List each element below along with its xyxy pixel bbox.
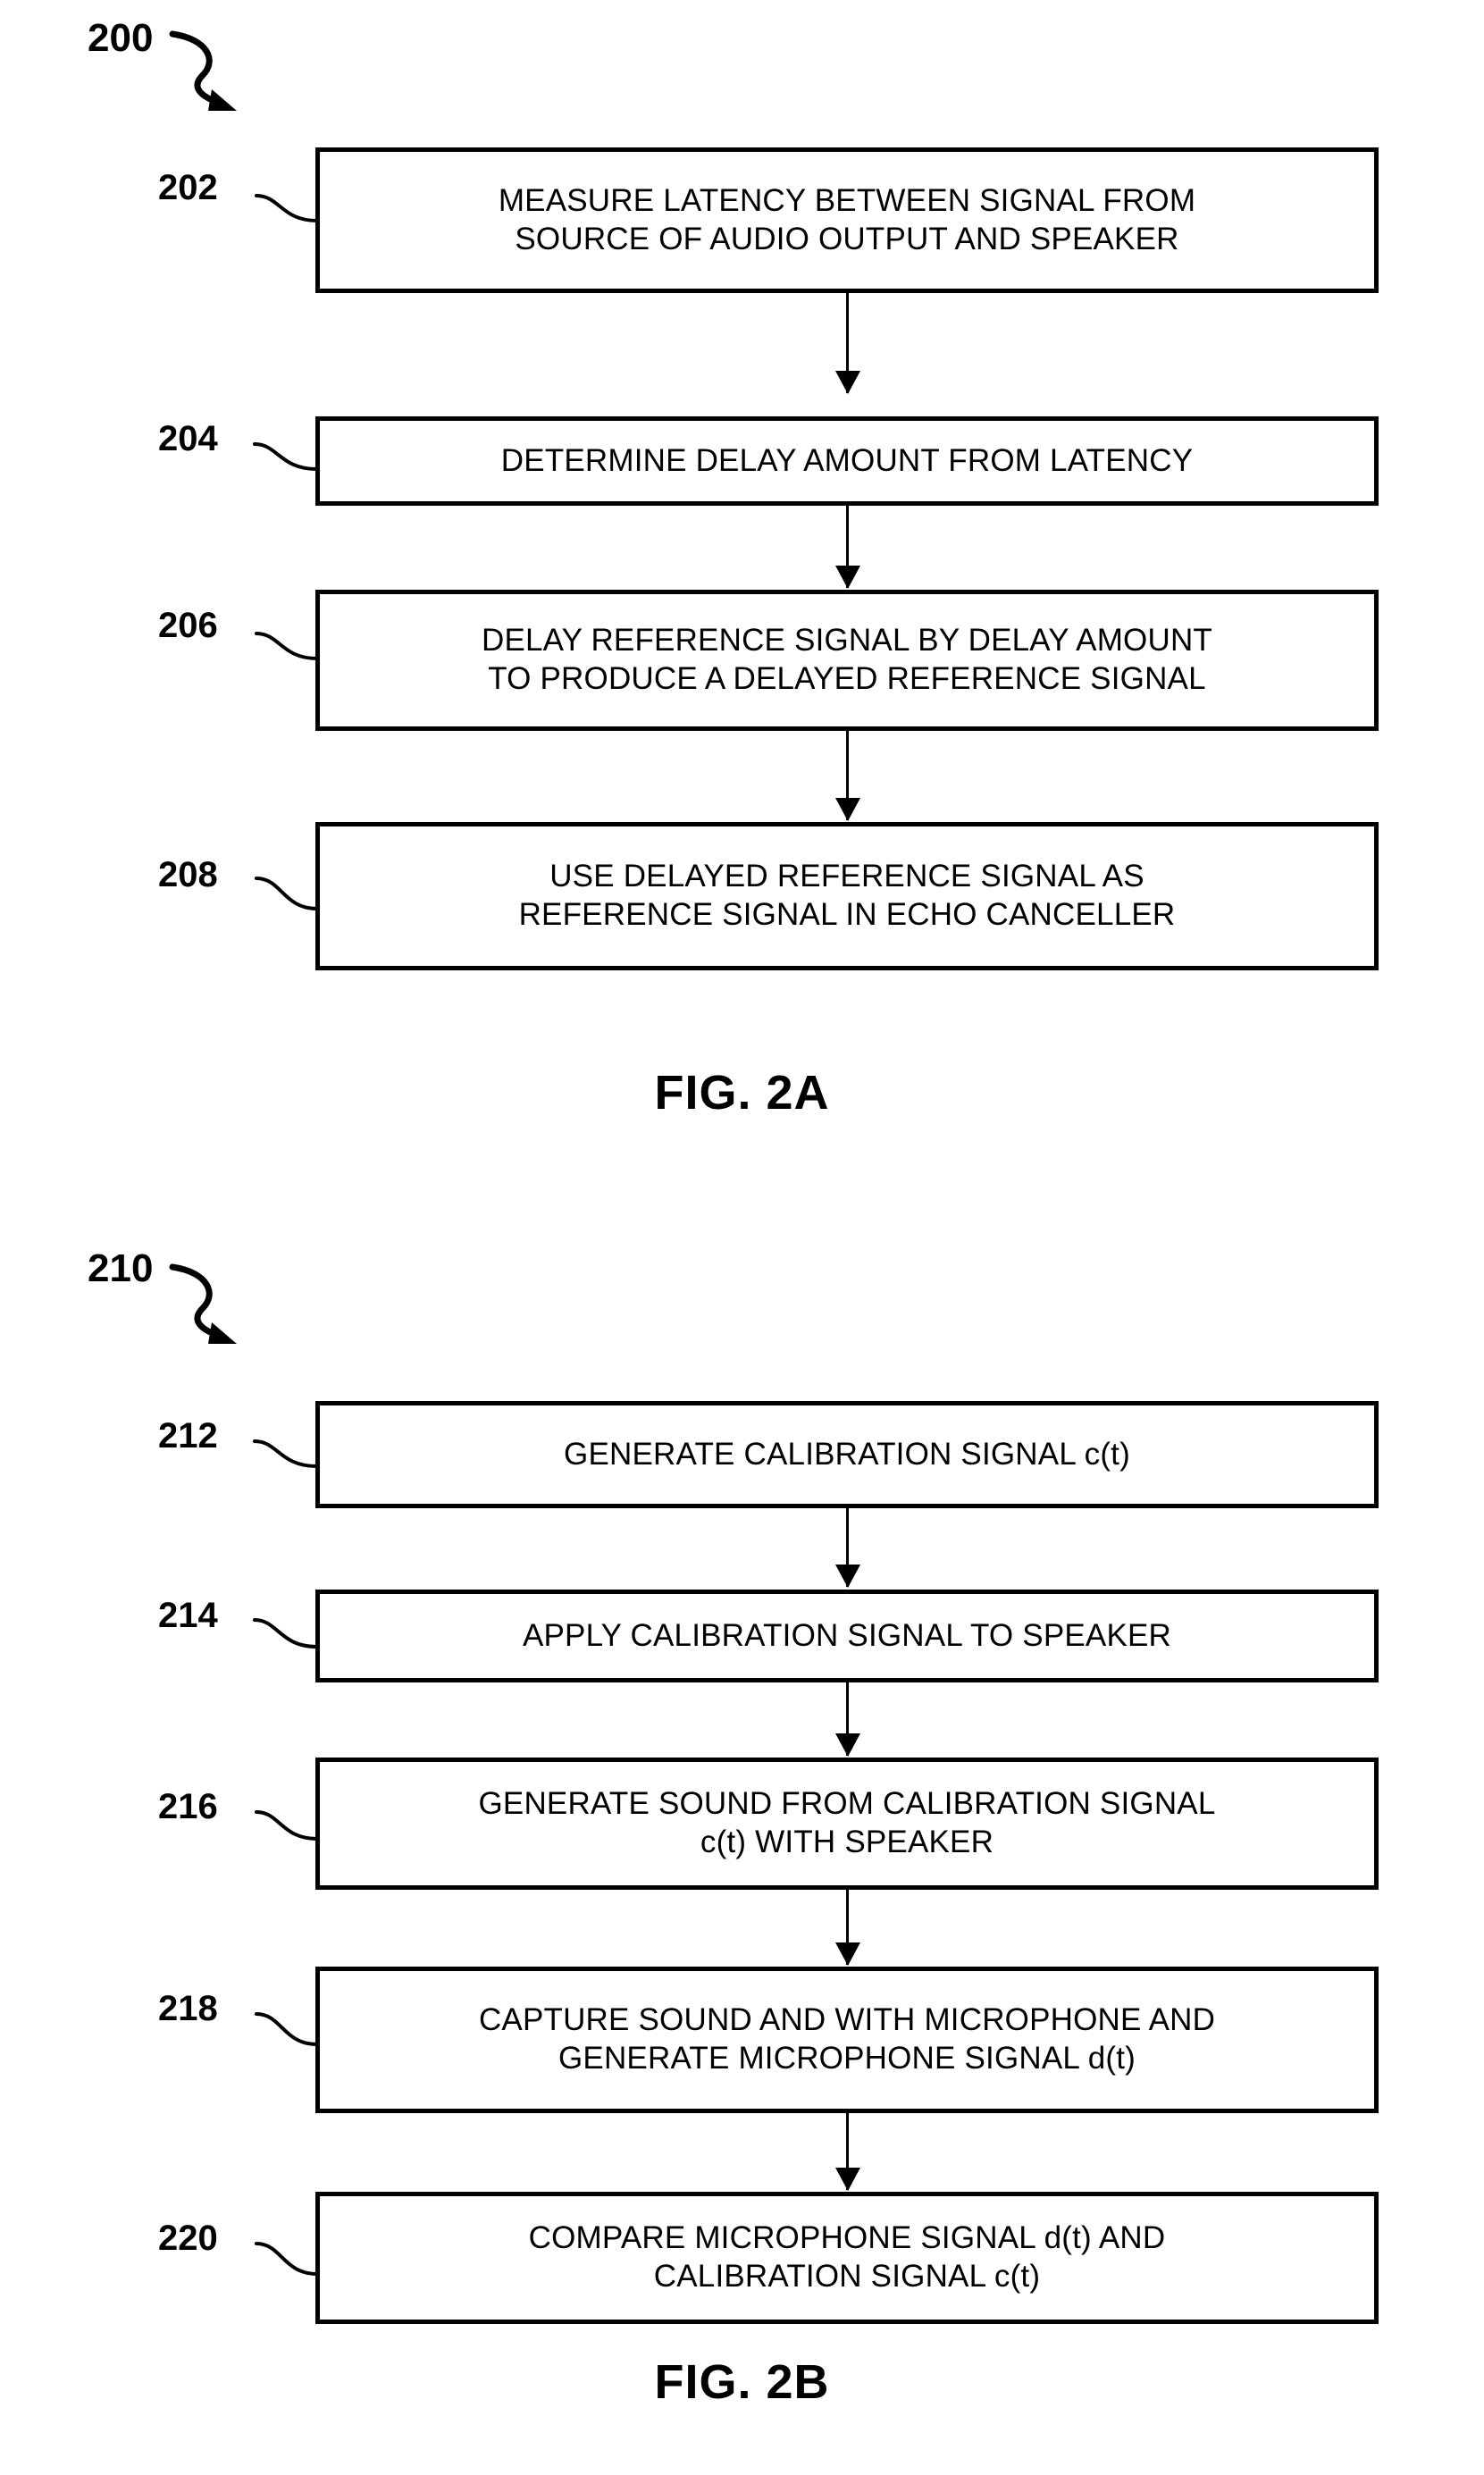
leader-line-212 xyxy=(253,1439,319,1468)
process-box-220-label: COMPARE MICROPHONE SIGNAL d(t) AND CALIB… xyxy=(528,2220,1166,2294)
process-box-218: CAPTURE SOUND AND WITH MICROPHONE AND GE… xyxy=(315,1967,1379,2113)
connector-206-to-208 xyxy=(846,731,849,820)
connector-214-to-216 xyxy=(846,1682,849,1756)
figure-caption-2a: FIG. 2A xyxy=(654,1066,830,1120)
leader-line-214 xyxy=(253,1618,319,1649)
process-box-212-label: GENERATE CALIBRATION SIGNAL c(t) xyxy=(564,1436,1130,1472)
ref-numeral-206: 206 xyxy=(158,606,218,645)
process-box-206-label: DELAY REFERENCE SIGNAL BY DELAY AMOUNT T… xyxy=(481,623,1213,696)
process-box-216: GENERATE SOUND FROM CALIBRATION SIGNAL c… xyxy=(315,1758,1379,1890)
leader-line-202 xyxy=(255,194,319,222)
figure-caption-2b: FIG. 2B xyxy=(654,2355,830,2409)
connector-216-to-218 xyxy=(846,1890,849,1965)
flow-id-210-squiggle-arrow xyxy=(169,1263,237,1344)
process-box-218-label: CAPTURE SOUND AND WITH MICROPHONE AND GE… xyxy=(478,2002,1216,2076)
process-box-212: GENERATE CALIBRATION SIGNAL c(t) xyxy=(315,1401,1379,1508)
ref-numeral-204: 204 xyxy=(158,419,218,458)
process-box-214: APPLY CALIBRATION SIGNAL TO SPEAKER xyxy=(315,1590,1379,1682)
leader-line-208 xyxy=(255,877,319,910)
leader-line-206 xyxy=(255,632,319,660)
process-box-204: DETERMINE DELAY AMOUNT FROM LATENCY xyxy=(315,416,1379,506)
process-box-202-label: MEASURE LATENCY BETWEEN SIGNAL FROM SOUR… xyxy=(498,182,1196,256)
process-box-208-label: USE DELAYED REFERENCE SIGNAL AS REFERENC… xyxy=(518,859,1176,932)
ref-numeral-214: 214 xyxy=(158,1596,218,1635)
leader-line-220 xyxy=(255,2242,319,2276)
process-box-204-label: DETERMINE DELAY AMOUNT FROM LATENCY xyxy=(500,442,1194,478)
flow-id-210: 210 xyxy=(88,1246,154,1290)
connector-218-to-220 xyxy=(846,2113,849,2190)
ref-numeral-202: 202 xyxy=(158,168,218,207)
process-box-214-label: APPLY CALIBRATION SIGNAL TO SPEAKER xyxy=(522,1617,1172,1653)
process-box-220: COMPARE MICROPHONE SIGNAL d(t) AND CALIB… xyxy=(315,2192,1379,2324)
process-box-216-label: GENERATE SOUND FROM CALIBRATION SIGNAL c… xyxy=(478,1786,1216,1859)
connector-202-to-204 xyxy=(846,293,849,393)
flow-id-200: 200 xyxy=(88,16,154,60)
leader-line-218 xyxy=(255,2012,319,2046)
flow-id-200-squiggle-arrow xyxy=(169,30,237,111)
connector-204-to-206 xyxy=(846,506,849,588)
ref-numeral-220: 220 xyxy=(158,2219,218,2258)
process-box-202: MEASURE LATENCY BETWEEN SIGNAL FROM SOUR… xyxy=(315,147,1379,293)
leader-line-204 xyxy=(253,442,319,471)
ref-numeral-218: 218 xyxy=(158,1989,218,2028)
process-box-208: USE DELAYED REFERENCE SIGNAL AS REFERENC… xyxy=(315,822,1379,970)
ref-numeral-208: 208 xyxy=(158,855,218,894)
ref-numeral-216: 216 xyxy=(158,1787,218,1826)
process-box-206: DELAY REFERENCE SIGNAL BY DELAY AMOUNT T… xyxy=(315,590,1379,731)
connector-212-to-214 xyxy=(846,1508,849,1587)
patent-drawing-sheet: 200 MEASURE LATENCY BETWEEN SIGNAL FROM … xyxy=(0,0,1484,2475)
ref-numeral-212: 212 xyxy=(158,1416,218,1456)
leader-line-216 xyxy=(255,1810,319,1841)
